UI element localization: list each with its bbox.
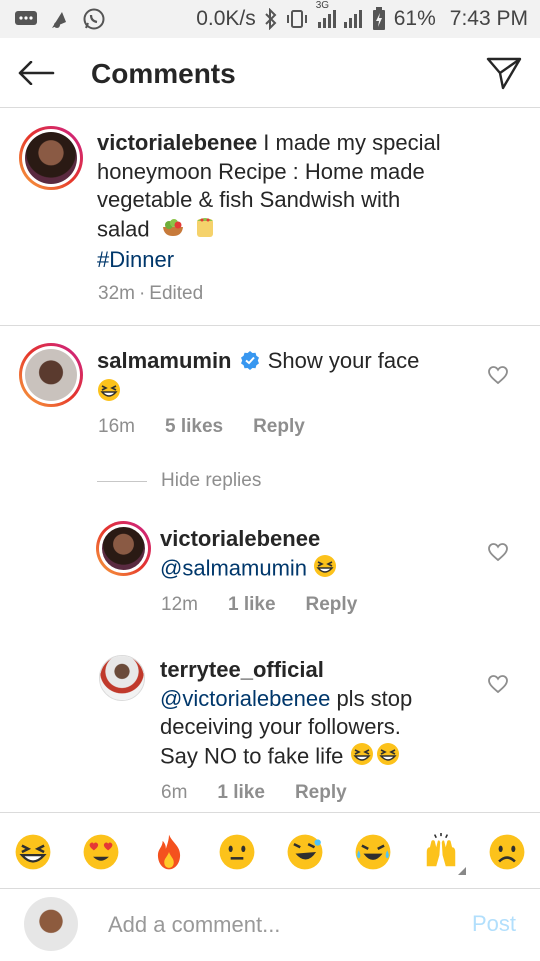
grin-squint-emoji bbox=[376, 742, 400, 774]
grin-squint-emoji bbox=[313, 554, 337, 586]
caption-line-3: vegetable & fish Sandwish with bbox=[97, 187, 401, 212]
grin-squint-emoji[interactable] bbox=[14, 833, 52, 871]
status-right: 0.0K/s 3G 61% 7:43 PM bbox=[196, 0, 528, 38]
reply-username[interactable]: victorialebenee bbox=[160, 526, 320, 551]
caption-time: 32m bbox=[98, 283, 135, 304]
share-button[interactable] bbox=[484, 55, 524, 91]
grin-squint-emoji bbox=[97, 378, 121, 410]
network-type: 3G bbox=[315, 0, 330, 11]
frowning-face-emoji[interactable] bbox=[488, 833, 526, 871]
send-direct-icon bbox=[486, 57, 522, 90]
meta-separator: · bbox=[138, 283, 146, 304]
vibrate-icon bbox=[286, 9, 308, 29]
comments-header: Comments bbox=[0, 38, 540, 108]
reply-author-avatar[interactable] bbox=[96, 521, 151, 576]
bluetooth-icon bbox=[264, 8, 278, 30]
reply-text: terrytee_official @victorialebenee pls s… bbox=[160, 656, 490, 773]
reply-line-1: pls stop bbox=[330, 685, 413, 711]
avatar-ring-inner bbox=[22, 129, 80, 187]
comment-likes[interactable]: 5 likes bbox=[165, 416, 223, 438]
whatsapp-icon bbox=[82, 7, 106, 31]
current-user-avatar bbox=[24, 897, 78, 951]
verified-badge-icon bbox=[240, 349, 260, 378]
hide-replies-label: Hide replies bbox=[161, 470, 262, 491]
clock: 7:43 PM bbox=[449, 7, 528, 30]
heart-outline-icon bbox=[488, 675, 508, 694]
reply-button[interactable]: Reply bbox=[306, 594, 358, 616]
reply-time: 12m bbox=[161, 594, 198, 615]
reply-time: 6m bbox=[161, 782, 188, 803]
network-speed: 0.0K/s bbox=[196, 7, 256, 30]
caption-line-1: I made my special bbox=[257, 130, 441, 155]
comment-composer: Post bbox=[0, 888, 540, 961]
back-button[interactable] bbox=[16, 56, 56, 90]
post-button[interactable]: Post bbox=[472, 911, 516, 937]
caption-meta: 32m · Edited bbox=[98, 283, 203, 305]
raised-hands-emoji[interactable] bbox=[422, 833, 466, 875]
burrito-emoji bbox=[194, 215, 216, 247]
reply-line-2: deceiving your followers. bbox=[160, 714, 401, 739]
battery-charging-icon bbox=[372, 7, 386, 31]
quick-emoji-bar bbox=[0, 812, 540, 888]
reply-mention[interactable]: @salmamumin bbox=[160, 555, 307, 580]
caption-text: victorialebenee I made my special honeym… bbox=[97, 129, 517, 275]
crying-laughing-emoji[interactable] bbox=[354, 833, 392, 871]
reply-author-avatar[interactable] bbox=[99, 655, 145, 701]
like-reply-button[interactable] bbox=[487, 674, 509, 694]
hide-replies-toggle[interactable]: Hide replies bbox=[97, 470, 261, 492]
comment-meta: 16m 5 likes Reply bbox=[98, 416, 305, 438]
salad-emoji bbox=[162, 216, 184, 246]
avatar-ring-inner bbox=[99, 524, 148, 573]
reply-username[interactable]: terrytee_official bbox=[160, 657, 324, 682]
like-comment-button[interactable] bbox=[487, 365, 509, 385]
laughing-wink-emoji[interactable] bbox=[286, 833, 324, 871]
reply-meta: 6m 1 like Reply bbox=[161, 782, 347, 804]
status-bar: 0.0K/s 3G 61% 7:43 PM bbox=[0, 0, 540, 38]
divider bbox=[0, 325, 540, 326]
page-title: Comments bbox=[91, 58, 236, 89]
heart-outline-icon bbox=[488, 543, 508, 562]
battery-level: 61% bbox=[393, 7, 436, 30]
caption-username[interactable]: victorialebenee bbox=[97, 130, 257, 155]
status-notifications bbox=[0, 7, 106, 31]
avatar-ring-inner bbox=[22, 346, 80, 404]
avatar-photo bbox=[100, 656, 144, 700]
chat-bubble-icon bbox=[14, 9, 38, 29]
signal-3g-icon: 3G bbox=[316, 0, 364, 30]
caption-line-2: honeymoon Recipe : Home made bbox=[97, 158, 425, 184]
avatar-photo bbox=[25, 132, 77, 184]
reply-button[interactable]: Reply bbox=[295, 782, 347, 804]
fire-emoji[interactable] bbox=[150, 833, 188, 871]
grin-squint-emoji bbox=[350, 742, 374, 774]
back-arrow-icon bbox=[18, 61, 55, 85]
reply-mention[interactable]: @victorialebenee bbox=[160, 686, 330, 711]
reply-line-3: Say NO to fake life bbox=[160, 743, 344, 769]
neutral-face-emoji[interactable] bbox=[218, 833, 256, 871]
caption-author-avatar[interactable] bbox=[19, 126, 83, 190]
caption-hashtag[interactable]: #Dinner bbox=[97, 247, 174, 272]
heart-eyes-emoji[interactable] bbox=[82, 833, 120, 871]
comment-username[interactable]: salmamumin bbox=[97, 348, 232, 373]
comment-text: salmamumin Show your face bbox=[97, 347, 467, 409]
music-note-icon bbox=[50, 8, 70, 30]
reply-meta: 12m 1 like Reply bbox=[161, 594, 357, 616]
comment-time: 16m bbox=[98, 416, 135, 437]
caption-edited-label: Edited bbox=[149, 283, 204, 304]
reply-text: victorialebenee @salmamumin bbox=[160, 525, 470, 585]
avatar-photo bbox=[25, 349, 77, 401]
reply-likes[interactable]: 1 like bbox=[217, 782, 265, 804]
avatar-photo bbox=[102, 527, 145, 570]
heart-outline-icon bbox=[488, 366, 508, 385]
comment-body: Show your face bbox=[267, 348, 420, 373]
comment-author-avatar[interactable] bbox=[19, 343, 83, 407]
hide-replies-line bbox=[97, 480, 147, 482]
reply-likes[interactable]: 1 like bbox=[228, 594, 276, 616]
caption-line-4: salad bbox=[97, 216, 150, 242]
reply-button[interactable]: Reply bbox=[253, 416, 305, 438]
like-reply-button[interactable] bbox=[487, 542, 509, 562]
add-comment-input[interactable] bbox=[108, 909, 448, 941]
